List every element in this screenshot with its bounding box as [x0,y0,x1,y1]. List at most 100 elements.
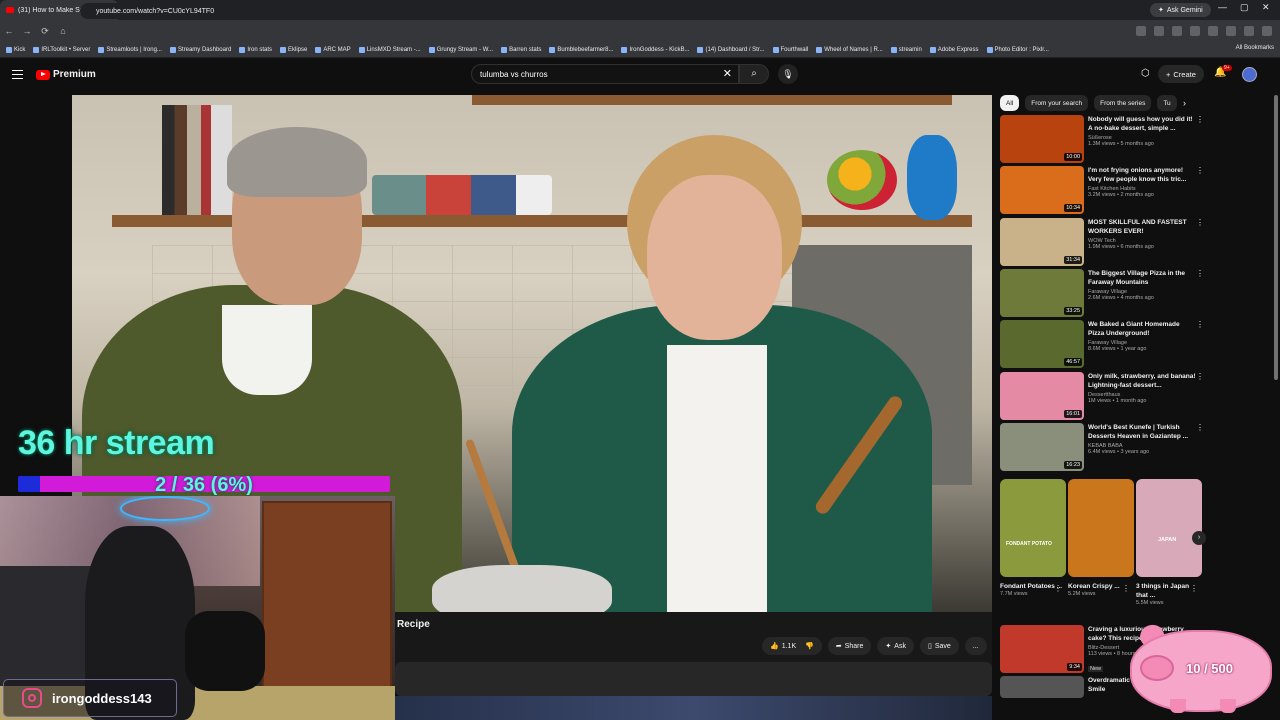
bookmark-item[interactable]: IronGoddess - KickB... [621,46,689,53]
suggestion-item[interactable]: 46:57 We Baked a Giant Homemade Pizza Und… [1000,320,1205,369]
save-button[interactable]: ▯ Save [919,637,959,655]
bookmark-item[interactable]: LinsMXD Stream -... [358,46,421,53]
bookmark-item[interactable]: Kick [6,46,25,53]
chip-2[interactable]: From the series [1094,95,1152,111]
suggestion-item[interactable]: 10:34 I'm not frying onions anymore! Very… [1000,166,1205,215]
extension-icon[interactable] [1208,26,1218,36]
bookmark-favicon-icon [6,46,12,53]
bookmark-item[interactable]: Fourthwall [772,46,809,53]
extension-icon[interactable] [1154,26,1164,36]
suggestion-item[interactable]: 33:25 The Biggest Village Pizza in the Fa… [1000,268,1205,317]
bookmark-item[interactable]: Grungy Stream - W... [428,46,493,53]
youtube-logo[interactable]: Premium [36,69,96,80]
extension-icon[interactable] [1190,26,1200,36]
bookmark-label: Streamy Dashboard [177,46,232,53]
extension-icon[interactable] [1136,26,1146,36]
ask-gemini-label: Ask Gemini [1166,6,1203,14]
avatar[interactable] [1242,67,1257,82]
more-vert-icon[interactable]: ⋮ [1196,115,1204,124]
description-box[interactable] [395,662,992,696]
maximize-icon[interactable]: ▢ [1240,2,1249,13]
create-button[interactable]: + Create [1158,65,1204,83]
clear-search-icon[interactable]: ✕ [723,67,732,80]
bookmark-item[interactable]: IRLToolkit • Server [33,46,90,53]
duration-badge: 33:25 [1064,306,1082,315]
bookmark-favicon-icon [239,46,246,53]
short-thumbnail[interactable]: FONDANT POTATO [1000,479,1066,577]
more-vert-icon[interactable]: ⋮ [1196,320,1204,329]
suggestion-title: We Baked a Giant Homemade Pizza Undergro… [1088,321,1180,338]
bookmark-favicon-icon [428,46,435,53]
chip-0[interactable]: All [1000,95,1020,111]
more-vert-icon[interactable]: ⋮ [1190,584,1198,593]
page-scrollbar[interactable] [1274,95,1278,380]
bookmark-item[interactable]: Photo Editor : Pixlr... [986,46,1049,53]
bookmark-label: Fourthwall [780,46,809,53]
short-thumbnail[interactable]: JAPAN [1136,479,1202,577]
bookmark-item[interactable]: Iron stats [239,46,272,53]
bookmark-item[interactable]: Adobe Express [929,46,979,53]
bookmark-item[interactable]: ARC MAP [315,46,351,53]
stream-progress-bar: 2 / 36 (6%) [18,474,390,496]
close-window-icon[interactable]: ✕ [1262,2,1270,13]
more-vert-icon[interactable]: ⋮ [1196,166,1204,175]
more-vert-icon[interactable]: ⋮ [1196,218,1204,227]
address-bar[interactable]: youtube.com/watch?v=CU0cYL94TF0 [80,3,1050,19]
reload-icon[interactable]: ⟳ [36,26,54,37]
suggestion-item[interactable]: 31:34 MOST SKILLFUL AND FASTEST WORKERS E… [1000,217,1205,266]
bookmark-item[interactable]: Eklipse [280,46,307,53]
youtube-favicon-icon [6,7,14,13]
bookmark-label: streamin [898,46,922,53]
thumbs-down-icon[interactable]: 👎 [805,642,814,650]
search-input[interactable]: tulumba vs churros ✕ [471,64,739,84]
more-icon: ... [972,642,979,650]
ask-button[interactable]: ✦ Ask [877,637,914,655]
hamburger-menu-icon[interactable] [12,70,23,79]
instagram-icon [22,688,42,708]
profile-icon[interactable] [1244,26,1254,36]
back-icon[interactable]: ← [0,26,18,36]
chip-3[interactable]: Tu [1157,95,1177,111]
chip-1[interactable]: From your search [1025,95,1089,111]
bookmark-item[interactable]: (14) Dashboard / Str... [697,46,765,53]
like-count: 1.1K [781,642,797,650]
bookmark-favicon-icon [929,46,936,53]
bookmark-item[interactable]: Bumblebeefarmer8... [549,46,613,53]
bookmark-item[interactable]: Wheel of Names | R... [816,46,883,53]
forward-icon[interactable]: → [18,26,36,36]
suggestion-item[interactable]: 16:23 World's Best Kunefe | Turkish Desse… [1000,422,1205,471]
short-overlay-text: FONDANT POTATO [1006,541,1052,547]
bookmark-label: Wheel of Names | R... [824,46,883,53]
cast-icon[interactable]: ⬡ [1141,68,1150,79]
shorts-next-icon[interactable]: › [1192,531,1206,545]
bookmark-item[interactable]: Barren stats [501,46,541,53]
suggestion-item[interactable]: 10:00 Nobody will guess how you did it! A… [1000,115,1205,163]
voice-search-button[interactable]: 🎙 [778,64,798,84]
suggestion-item[interactable]: 16:01 Only milk, strawberry, and banana! … [1000,371,1205,420]
bookmark-item[interactable]: Streamloots | Irong... [98,46,162,53]
more-vert-icon[interactable]: ⋮ [1196,423,1204,432]
extension-icon[interactable] [1172,26,1182,36]
all-bookmarks[interactable]: All Bookmarks [1236,45,1274,51]
extension-icon[interactable] [1226,26,1236,36]
url-text: youtube.com/watch?v=CU0cYL94TF0 [96,7,215,15]
ask-gemini-button[interactable]: ✦ Ask Gemini [1150,3,1211,17]
sparkle-icon: ✦ [885,643,892,650]
more-vert-icon[interactable]: ⋮ [1122,584,1130,593]
like-button[interactable]: 👍 1.1K 👎 [762,637,822,655]
minimize-icon[interactable]: — [1218,2,1227,12]
more-vert-icon[interactable]: ⋮ [1196,372,1204,381]
suggestion-thumbnail: 33:25 [1000,268,1084,317]
home-icon[interactable]: ⌂ [54,26,72,36]
bookmark-item[interactable]: Streamy Dashboard [169,46,232,53]
bookmark-favicon-icon [33,46,40,53]
search-button[interactable]: ⌕ [739,64,769,84]
more-actions-button[interactable]: ... [964,637,987,655]
menu-icon[interactable] [1262,26,1272,36]
more-vert-icon[interactable]: ⋮ [1196,269,1204,278]
share-button[interactable]: ➦ Share [827,637,872,655]
more-vert-icon[interactable]: ⋮ [1054,584,1062,593]
bookmark-item[interactable]: streamin [890,46,922,53]
short-thumbnail[interactable] [1068,479,1134,577]
chevron-right-icon[interactable]: › [1183,98,1186,108]
